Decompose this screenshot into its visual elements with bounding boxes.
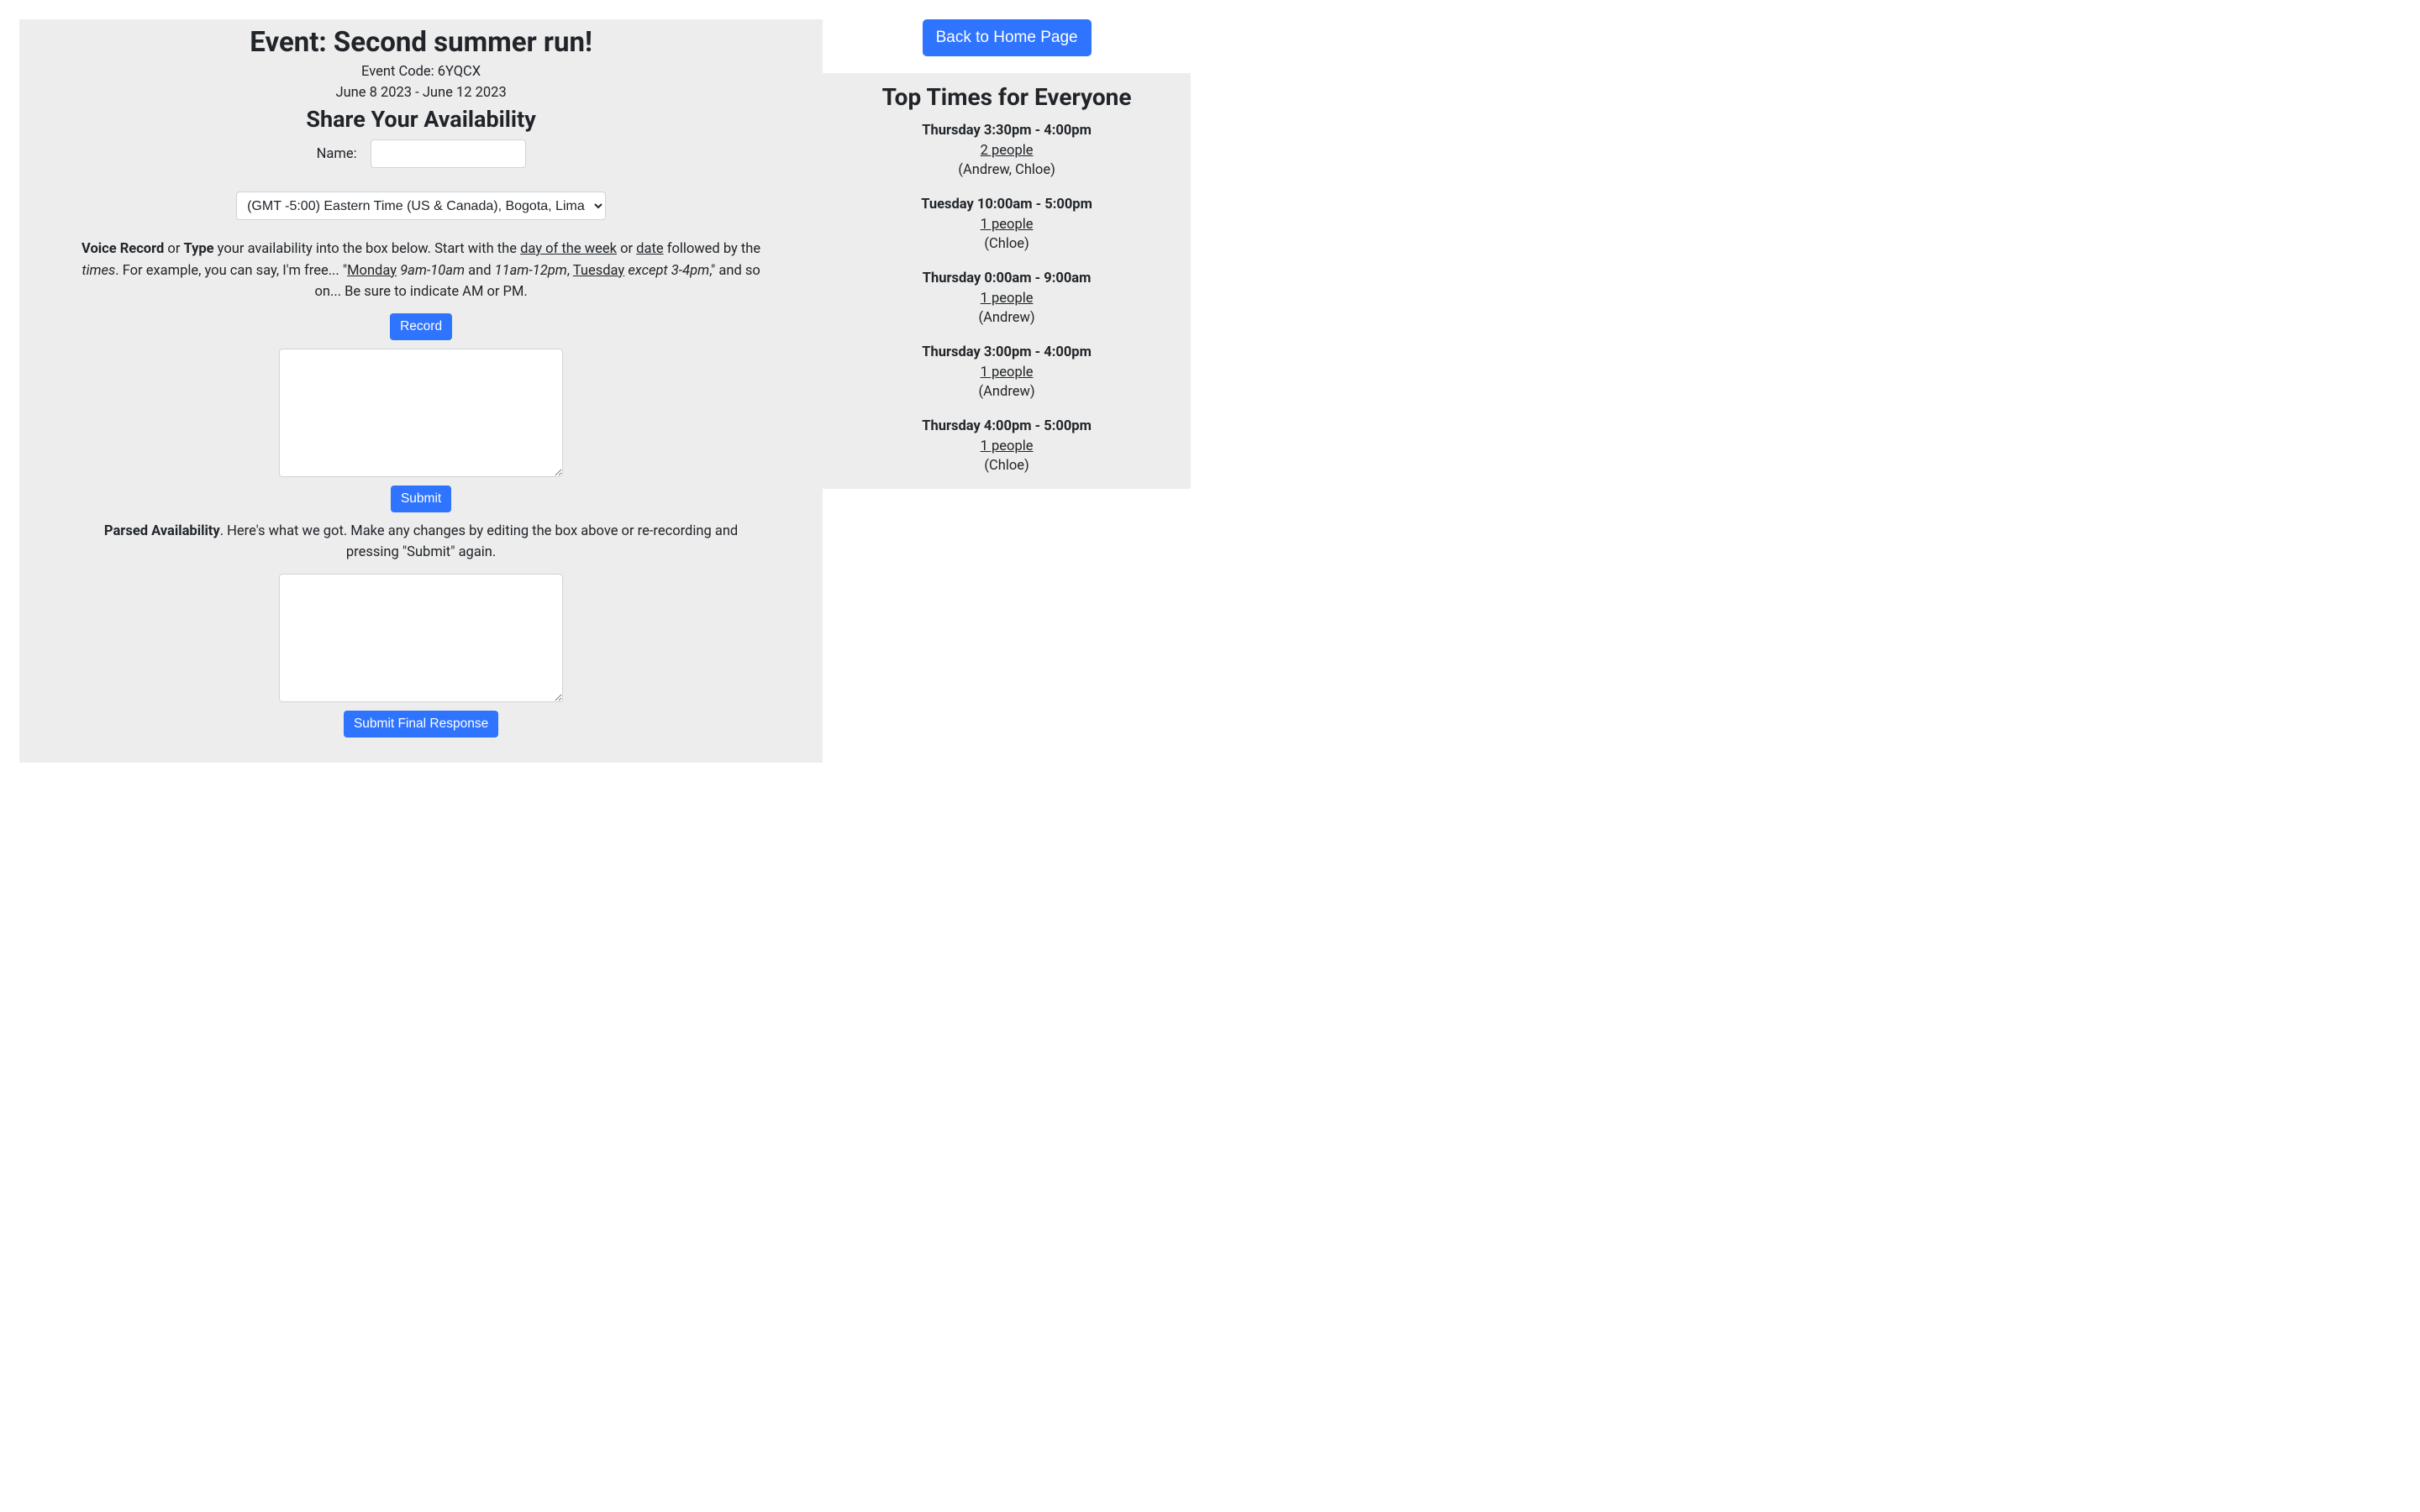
event-title: Event: Second summer run! (78, 26, 764, 59)
instr-type: Type (184, 241, 214, 257)
name-input[interactable] (371, 139, 526, 168)
top-time-slot: Thursday 4:00pm - 5:00pm 1 people (Chloe… (831, 418, 1182, 474)
back-to-home-button[interactable]: Back to Home Page (923, 19, 1092, 56)
parsed-availability-textarea[interactable] (279, 574, 563, 702)
slot-people-names: (Andrew) (831, 384, 1182, 400)
top-time-slot: Thursday 0:00am - 9:00am 1 people (Andre… (831, 270, 1182, 326)
top-time-slot: Thursday 3:30pm - 4:00pm 2 people (Andre… (831, 123, 1182, 178)
submit-final-button[interactable]: Submit Final Response (344, 711, 498, 738)
top-times-panel: Top Times for Everyone Thursday 3:30pm -… (823, 73, 1191, 489)
instructions-text: Voice Record or Type your availability i… (78, 239, 764, 303)
record-button[interactable]: Record (390, 313, 452, 340)
slot-people-names: (Chloe) (831, 458, 1182, 474)
instr-voice-record: Voice Record (82, 241, 164, 257)
top-time-slot: Tuesday 10:00am - 5:00pm 1 people (Chloe… (831, 197, 1182, 252)
slot-people-names: (Andrew, Chloe) (831, 162, 1182, 178)
slot-time: Thursday 4:00pm - 5:00pm (831, 418, 1182, 434)
parsed-availability-text: Parsed Availability. Here's what we got.… (78, 521, 764, 564)
name-label: Name: (317, 146, 357, 162)
top-time-slot: Thursday 3:00pm - 4:00pm 1 people (Andre… (831, 344, 1182, 400)
slot-time: Thursday 0:00am - 9:00am (831, 270, 1182, 286)
slot-people-count[interactable]: 1 people (981, 291, 1034, 307)
slot-people-count[interactable]: 1 people (981, 365, 1034, 381)
name-row: Name: (78, 139, 764, 168)
slot-people-names: (Andrew) (831, 310, 1182, 326)
parsed-label: Parsed Availability (104, 523, 220, 539)
slot-people-count[interactable]: 1 people (981, 217, 1034, 233)
slot-people-count[interactable]: 2 people (981, 143, 1034, 159)
slot-time: Tuesday 10:00am - 5:00pm (831, 197, 1182, 213)
event-code: Event Code: 6YQCX (78, 64, 764, 80)
top-times-title: Top Times for Everyone (831, 83, 1182, 111)
slot-time: Thursday 3:00pm - 4:00pm (831, 344, 1182, 360)
slot-people-names: (Chloe) (831, 236, 1182, 252)
submit-button[interactable]: Submit (391, 486, 451, 512)
main-panel: Event: Second summer run! Event Code: 6Y… (19, 19, 823, 763)
timezone-select[interactable]: (GMT -5:00) Eastern Time (US & Canada), … (236, 192, 606, 220)
share-availability-heading: Share Your Availability (78, 106, 764, 133)
availability-textarea[interactable] (279, 349, 563, 477)
slot-people-count[interactable]: 1 people (981, 438, 1034, 454)
slot-time: Thursday 3:30pm - 4:00pm (831, 123, 1182, 139)
event-date-range: June 8 2023 - June 12 2023 (78, 85, 764, 101)
